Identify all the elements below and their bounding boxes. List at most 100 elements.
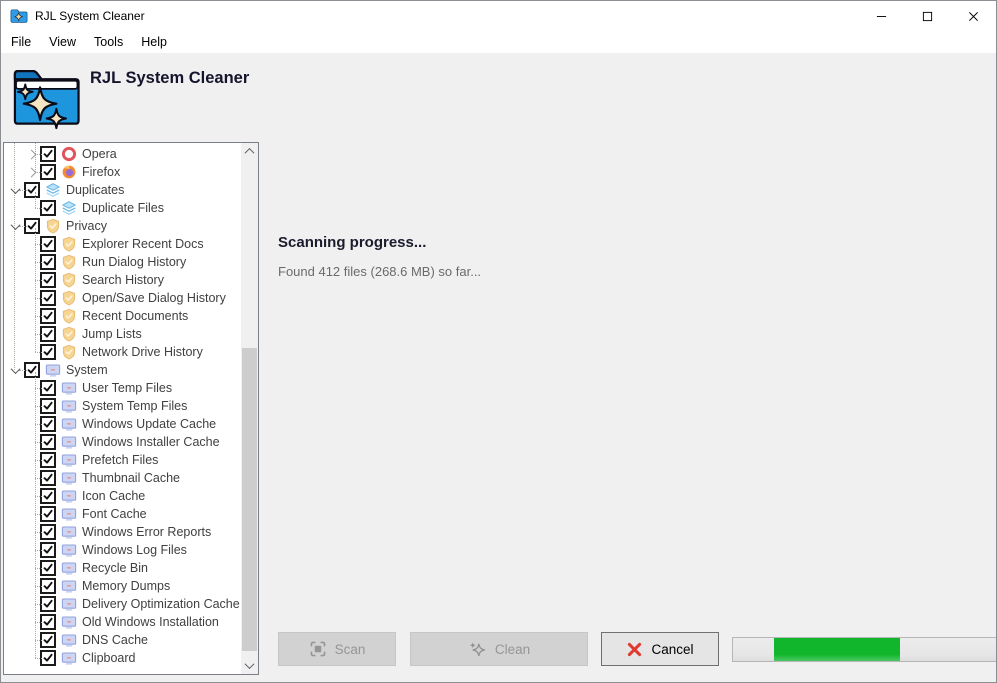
tree-item-windows-update-cache[interactable]: Windows Update Cache — [4, 415, 241, 433]
tree-item-font-cache[interactable]: Font Cache — [4, 505, 241, 523]
tree-item-privacy[interactable]: Privacy — [4, 217, 241, 235]
tree-connector-line — [35, 550, 44, 551]
tree-item-label: Firefox — [82, 165, 120, 179]
monitor-icon — [61, 596, 77, 612]
tree-connector-line — [35, 532, 44, 533]
tree-item-opera[interactable]: Opera — [4, 145, 241, 163]
tree-item-recycle-bin[interactable]: Recycle Bin — [4, 559, 241, 577]
tree-item-label: Opera — [82, 147, 117, 161]
cancel-button-label: Cancel — [651, 642, 693, 657]
tree-connector-line — [35, 316, 44, 317]
tree-guide-line — [35, 143, 36, 172]
chevron-down-icon — [11, 364, 21, 374]
monitor-icon — [61, 380, 77, 396]
tree-connector-line — [35, 478, 44, 479]
minimize-button[interactable] — [858, 1, 904, 31]
scrollbar-thumb[interactable] — [242, 348, 257, 651]
chevron-down-icon — [11, 220, 21, 230]
tree-connector-line — [35, 334, 44, 335]
cancel-button[interactable]: Cancel — [601, 632, 719, 666]
main-panel: Scanning progress... Found 412 files (26… — [259, 142, 997, 683]
tree-item-jump-lists[interactable]: Jump Lists — [4, 325, 241, 343]
tree-item-explorer-recent-docs[interactable]: Explorer Recent Docs — [4, 235, 241, 253]
titlebar: RJL System Cleaner — [1, 1, 996, 31]
tree-connector-line — [35, 298, 44, 299]
tree-item-windows-installer-cache[interactable]: Windows Installer Cache — [4, 433, 241, 451]
clean-button-label: Clean — [495, 642, 530, 657]
tree-item-memory-dumps[interactable]: Memory Dumps — [4, 577, 241, 595]
tree-item-thumbnail-cache[interactable]: Thumbnail Cache — [4, 469, 241, 487]
tree-item-label: Delivery Optimization Cache — [82, 597, 240, 611]
menu-item-file[interactable]: File — [2, 33, 40, 51]
tree-item-delivery-optimization-cache[interactable]: Delivery Optimization Cache — [4, 595, 241, 613]
shield-icon — [61, 308, 77, 324]
tree-item-windows-error-reports[interactable]: Windows Error Reports — [4, 523, 241, 541]
tree-guide-line — [35, 192, 36, 208]
tree-item-run-dialog-history[interactable]: Run Dialog History — [4, 253, 241, 271]
scan-progress-heading: Scanning progress... — [278, 234, 426, 251]
tree-item-label: Windows Installer Cache — [82, 435, 220, 449]
tree-guide-line — [14, 143, 15, 370]
minimize-icon — [876, 11, 887, 22]
clean-button[interactable]: Clean — [410, 632, 588, 666]
tree-item-label: Prefetch Files — [82, 453, 158, 467]
tree-item-label: Memory Dumps — [82, 579, 170, 593]
tree-connector-line — [35, 568, 44, 569]
monitor-icon — [61, 632, 77, 648]
close-button[interactable] — [950, 1, 996, 31]
tree-connector-line — [35, 388, 44, 389]
scan-progress-bar — [732, 637, 997, 662]
tree-connector-line — [35, 658, 44, 659]
tree-guide-line — [35, 228, 36, 352]
tree-item-dns-cache[interactable]: DNS Cache — [4, 631, 241, 649]
menu-item-tools[interactable]: Tools — [85, 33, 132, 51]
tree-item-label: Duplicate Files — [82, 201, 164, 215]
maximize-icon — [922, 11, 933, 22]
menubar: FileViewToolsHelp — [1, 31, 996, 53]
tree-item-label: Clipboard — [82, 651, 136, 665]
tree-item-prefetch-files[interactable]: Prefetch Files — [4, 451, 241, 469]
layers-icon — [61, 200, 77, 216]
tree-item-label: User Temp Files — [82, 381, 172, 395]
tree-item-label: System Temp Files — [82, 399, 187, 413]
tree-connector-line — [35, 622, 44, 623]
tree-item-recent-documents[interactable]: Recent Documents — [4, 307, 241, 325]
tree-item-network-drive-history[interactable]: Network Drive History — [4, 343, 241, 361]
tree-item-duplicates[interactable]: Duplicates — [4, 181, 241, 199]
tree-connector-line — [35, 262, 44, 263]
tree-item-user-temp-files[interactable]: User Temp Files — [4, 379, 241, 397]
tree-connector-line — [35, 424, 44, 425]
tree-item-system[interactable]: System — [4, 361, 241, 379]
scroll-down-button[interactable] — [241, 657, 258, 674]
tree-item-label: System — [66, 363, 108, 377]
tree-item-open-save-dialog-history[interactable]: Open/Save Dialog History — [4, 289, 241, 307]
menu-item-view[interactable]: View — [40, 33, 85, 51]
cleaner-tree: Opera Firefox Duplicates Duplicate Files Pri… — [4, 143, 241, 674]
tree-scrollbar[interactable] — [241, 143, 258, 674]
close-icon — [968, 11, 979, 22]
tree-item-system-temp-files[interactable]: System Temp Files — [4, 397, 241, 415]
monitor-icon — [61, 650, 77, 666]
monitor-icon — [61, 560, 77, 576]
shield-icon — [61, 326, 77, 342]
menu-item-help[interactable]: Help — [132, 33, 176, 51]
tree-item-label: Windows Error Reports — [82, 525, 211, 539]
tree-item-duplicate-files[interactable]: Duplicate Files — [4, 199, 241, 217]
tree-item-label: Windows Log Files — [82, 543, 187, 557]
tree-item-windows-log-files[interactable]: Windows Log Files — [4, 541, 241, 559]
scan-button[interactable]: Scan — [278, 632, 396, 666]
tree-connector-line — [35, 406, 44, 407]
tree-connector-line — [35, 496, 44, 497]
tree-item-clipboard[interactable]: Clipboard — [4, 649, 241, 667]
scroll-up-button[interactable] — [241, 143, 258, 160]
tree-connector-line — [35, 244, 44, 245]
window-title: RJL System Cleaner — [35, 9, 145, 23]
maximize-button[interactable] — [904, 1, 950, 31]
tree-item-label: Privacy — [66, 219, 107, 233]
monitor-icon — [61, 506, 77, 522]
tree-item-icon-cache[interactable]: Icon Cache — [4, 487, 241, 505]
tree-item-firefox[interactable]: Firefox — [4, 163, 241, 181]
chevron-down-icon — [11, 184, 21, 194]
tree-item-search-history[interactable]: Search History — [4, 271, 241, 289]
tree-item-old-windows-installation[interactable]: Old Windows Installation — [4, 613, 241, 631]
